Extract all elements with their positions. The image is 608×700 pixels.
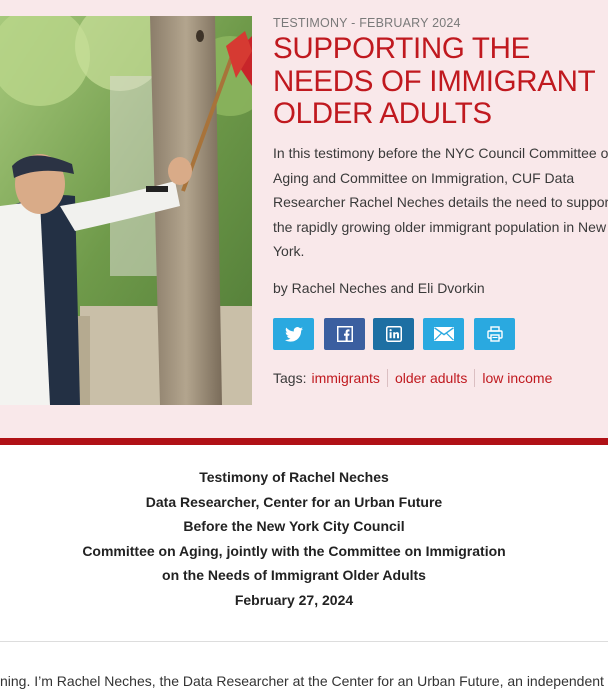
share-email-button[interactable] <box>423 318 464 350</box>
testimony-header-line: Before the New York City Council <box>183 518 405 534</box>
testimony-header-line: on the Needs of Immigrant Older Adults <box>162 567 426 583</box>
testimony-body-text: ning. I’m Rachel Neches, the Data Resear… <box>0 673 604 689</box>
tag-link[interactable]: older adults <box>386 369 474 387</box>
print-icon <box>486 326 503 342</box>
share-twitter-button[interactable] <box>273 318 314 350</box>
article-hero: TESTIMONY - FEBRUARY 2024 SUPPORTING THE… <box>0 0 608 438</box>
hero-photo <box>0 16 252 405</box>
content-divider <box>0 641 608 642</box>
section-divider <box>0 438 608 445</box>
testimony-header: Testimony of Rachel Neches Data Research… <box>0 465 588 612</box>
email-icon <box>433 327 454 341</box>
testimony-header-line: Data Researcher, Center for an Urban Fut… <box>145 493 443 510</box>
share-linkedin-button[interactable] <box>373 318 414 350</box>
testimony-date: February 27, 2024 <box>234 591 354 608</box>
article-authors: by Rachel Neches and Eli Dvorkin <box>273 280 485 296</box>
share-facebook-button[interactable] <box>324 318 365 350</box>
testimony-header-line: Testimony of Rachel Neches <box>199 469 389 485</box>
twitter-icon <box>284 326 303 342</box>
article-title: SUPPORTING THE NEEDS OF IMMIGRANT OLDER … <box>273 32 595 130</box>
testimony-header-line: Committee on Aging, jointly with the Com… <box>82 542 506 559</box>
article-tags: Tags: immigrants older adults low income <box>273 367 559 389</box>
tag-link[interactable]: immigrants <box>306 369 386 387</box>
tags-label: Tags: <box>273 370 307 386</box>
article-summary: In this testimony before the NYC Council… <box>273 145 608 259</box>
linkedin-icon <box>385 326 402 342</box>
article-meta: TESTIMONY - FEBRUARY 2024 <box>273 16 461 30</box>
share-print-button[interactable] <box>474 318 515 350</box>
tag-link[interactable]: low income <box>474 369 559 387</box>
facebook-icon <box>336 326 353 342</box>
